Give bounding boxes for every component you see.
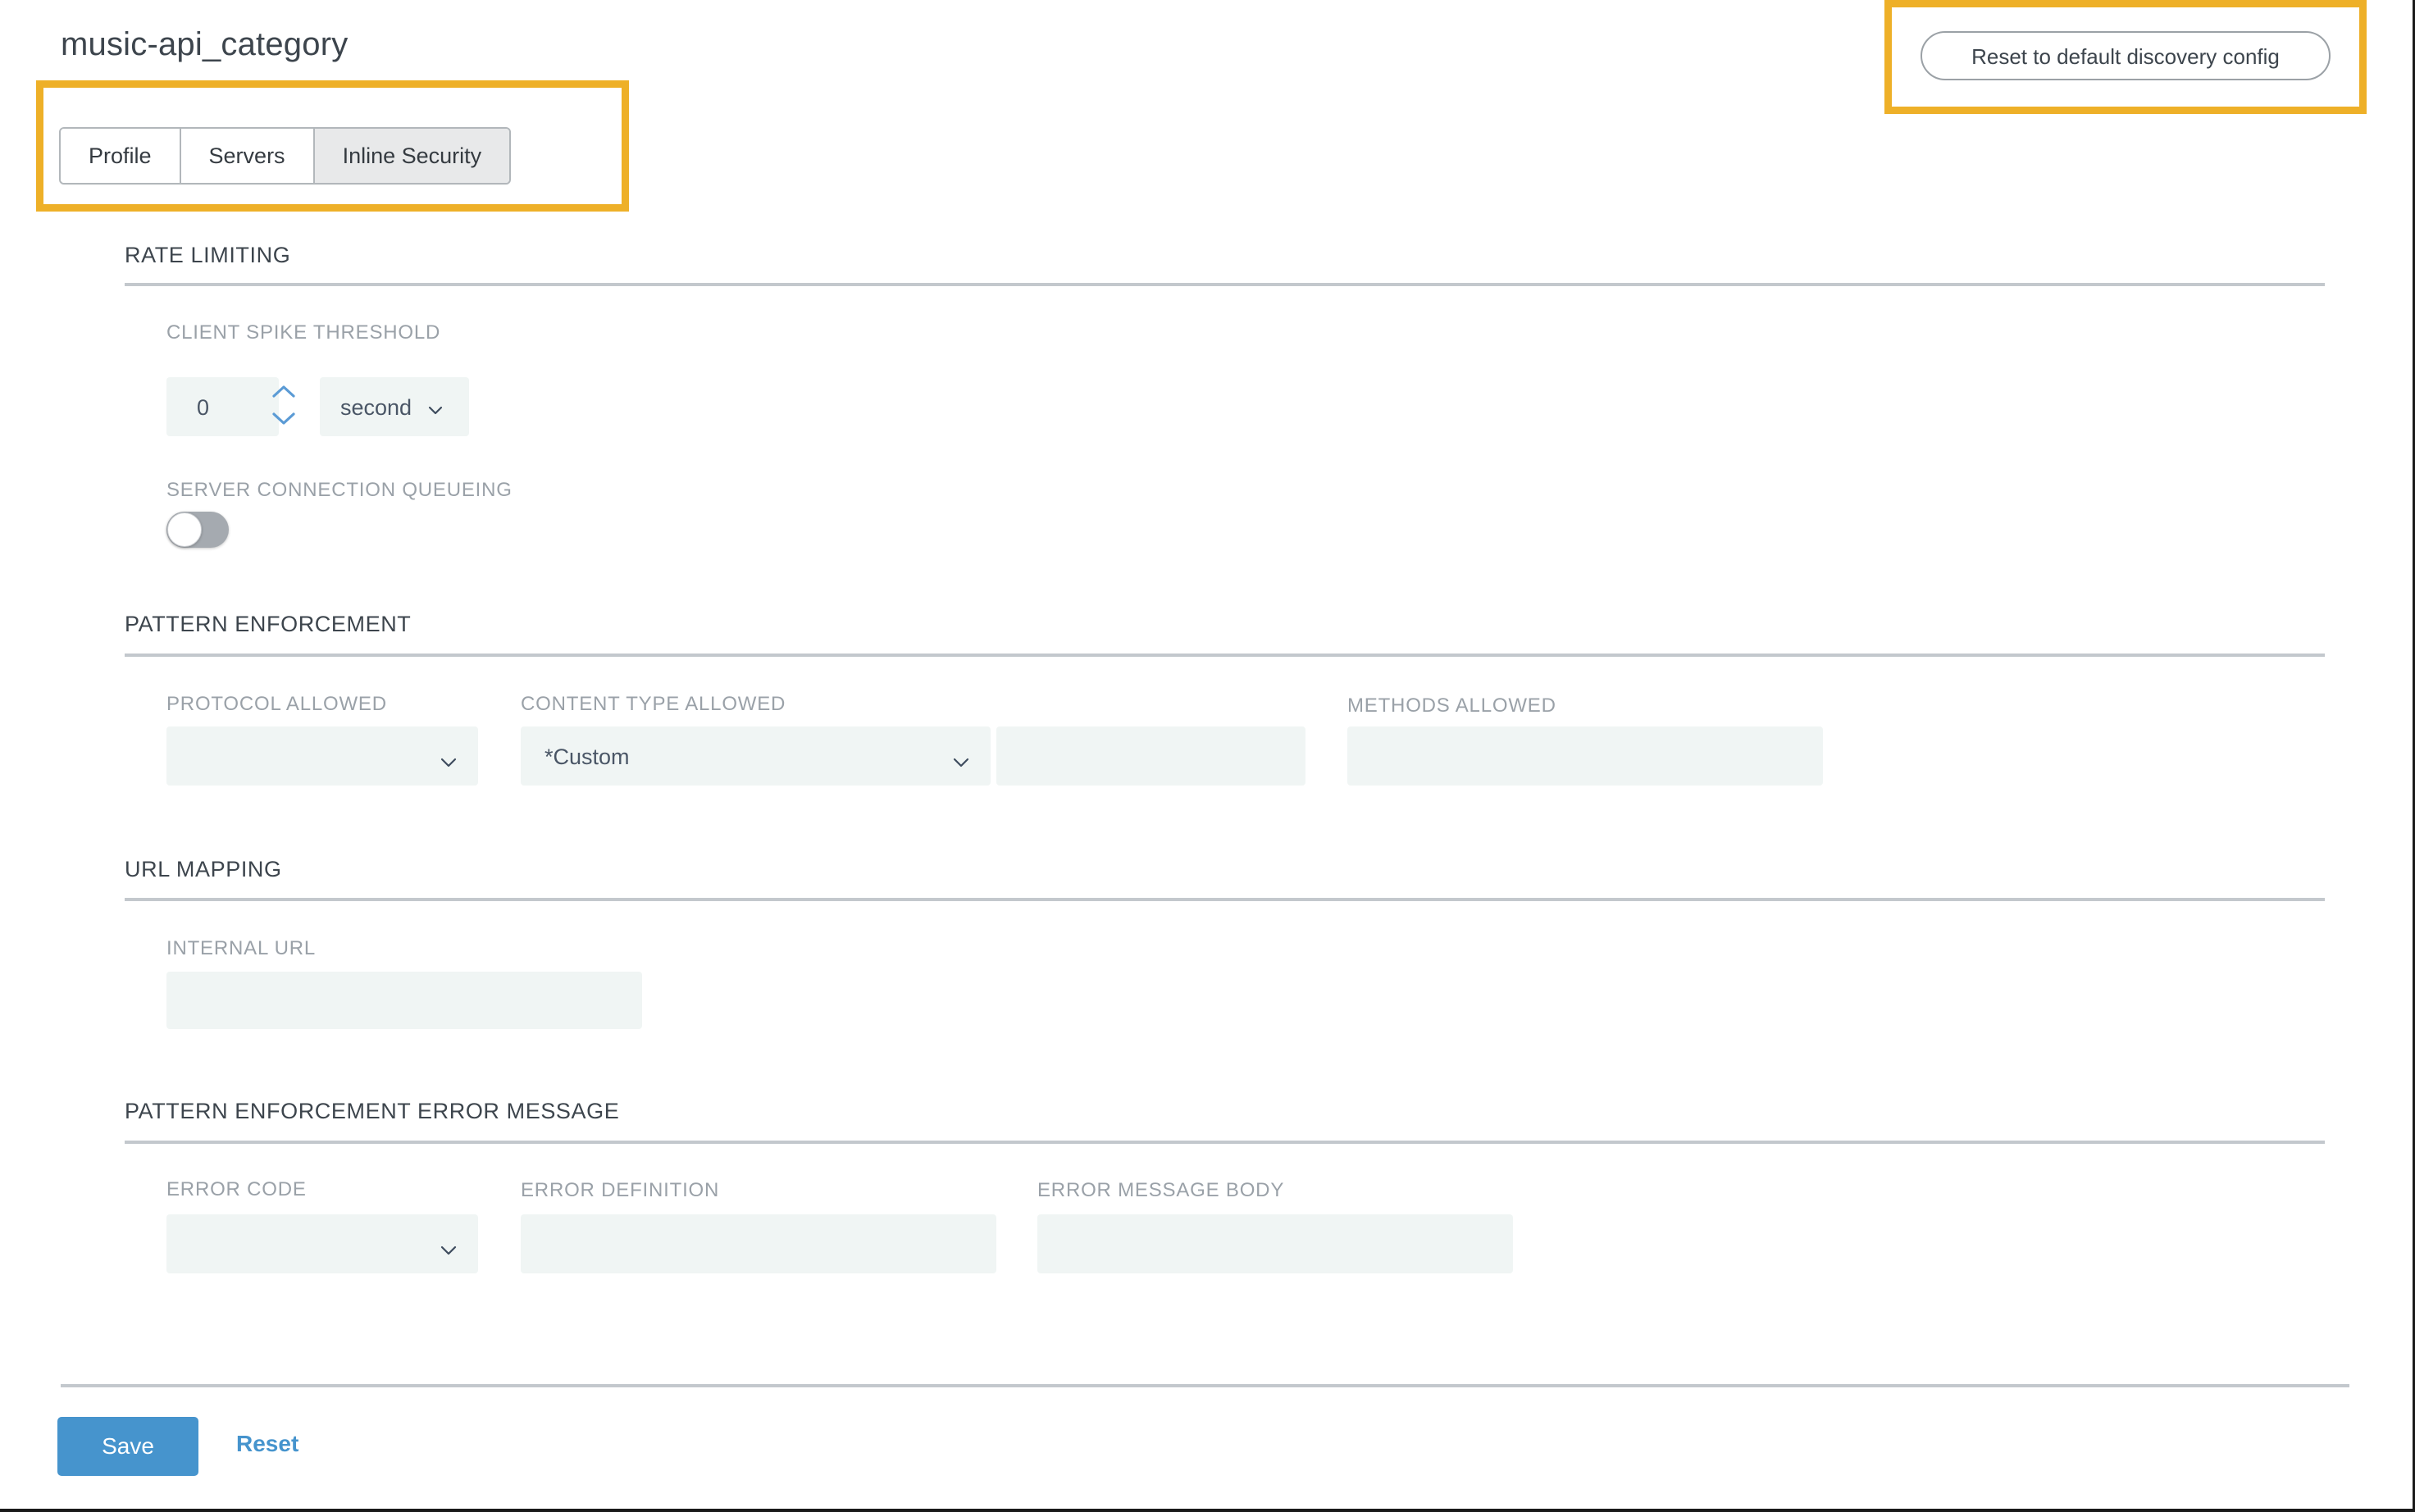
tab-inline-security[interactable]: Inline Security: [314, 129, 510, 183]
client-spike-threshold-unit-value: second: [340, 395, 412, 420]
protocol-allowed-select[interactable]: [166, 726, 478, 786]
tab-profile[interactable]: Profile: [61, 129, 181, 183]
tab-servers[interactable]: Servers: [180, 129, 315, 183]
client-spike-threshold-value: 0: [197, 395, 210, 420]
section-title-url-mapping: URL MAPPING: [125, 857, 282, 881]
tab-group: Profile Servers Inline Security: [59, 127, 512, 184]
label-error-message-body: ERROR MESSAGE BODY: [1037, 1179, 1285, 1201]
label-server-connection-queueing: SERVER CONNECTION QUEUEING: [166, 479, 513, 501]
section-divider-pattern-enforcement: [125, 654, 2325, 657]
label-methods-allowed: METHODS ALLOWED: [1347, 695, 1556, 717]
client-spike-threshold-input[interactable]: [166, 377, 279, 436]
section-title-pattern-enforcement-error-message: PATTERN ENFORCEMENT ERROR MESSAGE: [125, 1099, 620, 1123]
label-client-spike-threshold: CLIENT SPIKE THRESHOLD: [166, 321, 441, 344]
label-error-definition: ERROR DEFINITION: [521, 1179, 720, 1201]
save-button[interactable]: Save: [57, 1417, 198, 1476]
error-code-select[interactable]: [166, 1214, 478, 1273]
content-type-allowed-custom-input[interactable]: [996, 726, 1305, 786]
label-internal-url: INTERNAL URL: [166, 937, 317, 959]
section-divider-url-mapping: [125, 898, 2325, 901]
section-title-pattern-enforcement: PATTERN ENFORCEMENT: [125, 612, 412, 636]
error-message-body-input[interactable]: [1037, 1214, 1513, 1273]
server-connection-queueing-toggle[interactable]: [166, 512, 229, 548]
section-divider-pattern-enforcement-error-message: [125, 1141, 2325, 1144]
section-title-rate-limiting: RATE LIMITING: [125, 243, 291, 267]
reset-to-default-discovery-config-button[interactable]: Reset to default discovery config: [1921, 31, 2331, 80]
label-protocol-allowed: PROTOCOL ALLOWED: [166, 693, 387, 715]
internal-url-input[interactable]: [166, 972, 642, 1029]
page-title: music-api_category: [61, 26, 349, 62]
methods-allowed-input[interactable]: [1347, 726, 1823, 786]
footer-divider: [61, 1384, 2349, 1387]
chevron-down-icon[interactable]: [269, 408, 298, 429]
quantity-stepper: [269, 381, 298, 432]
toggle-knob: [167, 512, 202, 547]
reset-button[interactable]: Reset: [236, 1431, 298, 1457]
content-type-allowed-value: *Custom: [545, 745, 630, 769]
error-definition-input[interactable]: [521, 1214, 996, 1273]
label-content-type-allowed: CONTENT TYPE ALLOWED: [521, 693, 786, 715]
chevron-up-icon[interactable]: [269, 381, 298, 403]
section-divider-rate-limiting: [125, 283, 2325, 286]
label-error-code: ERROR CODE: [166, 1178, 307, 1200]
